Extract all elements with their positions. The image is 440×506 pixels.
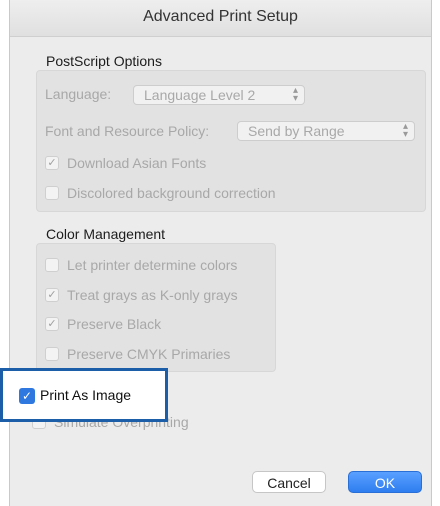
window-title: Advanced Print Setup <box>143 8 298 25</box>
cancel-button[interactable]: Cancel <box>252 471 326 493</box>
preserve-black-checkbox[interactable]: ✓ <box>45 317 59 331</box>
font-policy-value: Send by Range <box>248 123 345 139</box>
postscript-options-heading: PostScript Options <box>46 53 162 69</box>
print-as-image-checkbox[interactable]: ✓ <box>19 388 35 404</box>
popup-arrows-icon: ▴ ▾ <box>402 121 408 140</box>
discolored-correction-label: Discolored background correction <box>67 185 276 201</box>
download-asian-fonts-checkbox[interactable]: ✓ <box>45 156 59 170</box>
title-bar: Advanced Print Setup <box>10 0 431 37</box>
language-popup[interactable]: Language Level 2 ▴ ▾ <box>133 85 305 105</box>
download-asian-fonts-label: Download Asian Fonts <box>67 155 207 171</box>
discolored-correction-checkbox[interactable] <box>45 186 59 200</box>
font-policy-label: Font and Resource Policy: <box>45 123 210 139</box>
language-label: Language: <box>45 86 112 102</box>
popup-arrows-icon: ▴ ▾ <box>292 85 298 104</box>
preserve-black-label: Preserve Black <box>67 316 162 332</box>
color-management-heading: Color Management <box>46 226 166 242</box>
let-printer-determine-checkbox[interactable] <box>45 258 59 272</box>
font-policy-popup[interactable]: Send by Range ▴ ▾ <box>237 121 415 141</box>
ok-button[interactable]: OK <box>348 471 422 493</box>
preserve-cmyk-checkbox[interactable] <box>45 347 59 361</box>
advanced-print-setup-dialog: Advanced Print Setup PostScript Options … <box>9 0 432 506</box>
treat-grays-checkbox[interactable]: ✓ <box>45 288 59 302</box>
postscript-options-group: Language: Language Level 2 ▴ ▾ Font and R… <box>36 70 426 212</box>
print-as-image-highlight: ✓ Print As Image <box>0 368 168 422</box>
print-as-image-label: Print As Image <box>40 387 132 403</box>
preserve-cmyk-label: Preserve CMYK Primaries <box>67 346 231 362</box>
color-management-group: Let printer determine colors ✓ Treat gra… <box>36 243 276 372</box>
language-value: Language Level 2 <box>144 87 256 103</box>
treat-grays-label: Treat grays as K-only grays <box>67 287 238 303</box>
let-printer-determine-label: Let printer determine colors <box>67 257 238 273</box>
